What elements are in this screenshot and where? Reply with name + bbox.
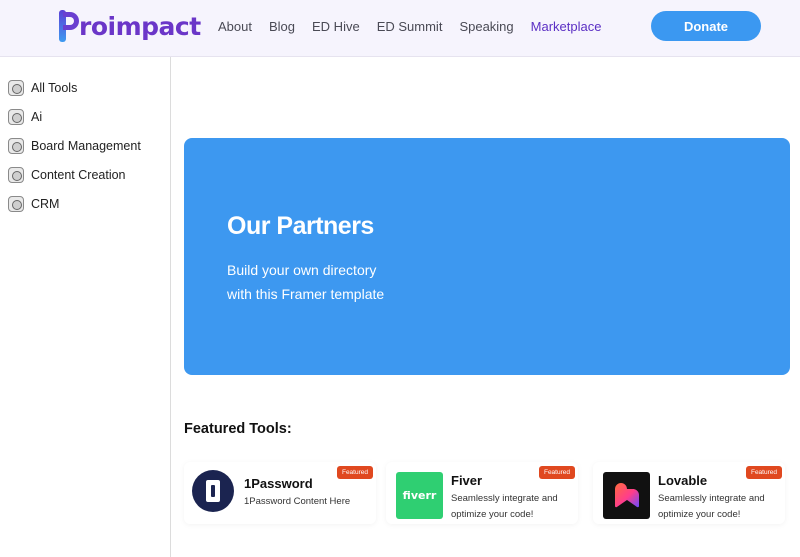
tool-card-1password[interactable]: 1Password 1Password Content Here Feature… [184, 462, 376, 524]
sidebar-item-label: Content Creation [31, 167, 126, 182]
featured-badge: Featured [336, 466, 373, 479]
sidebar-item-content-creation[interactable]: Content Creation [0, 160, 170, 189]
tool-card-fiver[interactable]: fiverr Fiver Seamlessly integrate and op… [386, 462, 578, 524]
tool-card-description: Seamlessly integrate and optimize your c… [658, 493, 765, 520]
category-icon [8, 79, 24, 96]
1password-logo-icon [192, 470, 234, 512]
sidebar-item-label: Ai [31, 109, 43, 124]
category-icon [8, 166, 24, 183]
nav-ed-summit[interactable]: ED Summit [377, 19, 443, 34]
proimpact-logo[interactable]: roimpact [58, 9, 201, 43]
tool-card-name: Lovable [658, 473, 708, 488]
sidebar-item-label: CRM [31, 196, 60, 211]
logo-text: roimpact [79, 11, 201, 41]
hero-title: Our Partners [227, 212, 374, 240]
sidebar-item-label: All Tools [31, 80, 78, 95]
heart-icon [615, 483, 639, 508]
sidebar-item-crm[interactable]: CRM [0, 189, 170, 218]
partners-hero-banner: Our Partners Build your own directory wi… [184, 138, 790, 375]
featured-badge: Featured [745, 466, 782, 479]
category-icon [8, 137, 24, 154]
hero-subtitle-line-2: with this Framer template [227, 286, 385, 302]
site-header: roimpact About Blog ED Hive ED Summit Sp… [0, 0, 800, 57]
sidebar-item-label: Board Management [31, 138, 141, 153]
nav-about[interactable]: About [218, 19, 252, 34]
featured-badge: Featured [538, 466, 575, 479]
fiverr-logo-text: fiverr [402, 489, 437, 502]
fiverr-logo-icon: fiverr [396, 472, 443, 519]
featured-tools-heading: Featured Tools: [184, 421, 292, 437]
sidebar-item-ai[interactable]: Ai [0, 102, 170, 131]
sidebar-item-all-tools[interactable]: All Tools [0, 73, 170, 102]
nav-speaking[interactable]: Speaking [459, 19, 513, 34]
main-nav: About Blog ED Hive ED Summit Speaking Ma… [218, 17, 618, 35]
category-icon [8, 108, 24, 125]
donate-button[interactable]: Donate [651, 11, 761, 41]
tool-card-lovable[interactable]: Lovable Seamlessly integrate and optimiz… [593, 462, 785, 524]
tool-card-description: Seamlessly integrate and optimize your c… [451, 493, 558, 520]
nav-blog[interactable]: Blog [269, 19, 295, 34]
category-sidebar: All Tools Ai Board Management Content Cr… [0, 57, 171, 557]
category-icon [8, 195, 24, 212]
tool-card-name: Fiver [451, 473, 483, 488]
logo-mark-icon [58, 10, 80, 42]
tool-card-name: 1Password [244, 476, 313, 491]
hero-subtitle-line-1: Build your own directory [227, 262, 377, 278]
nav-ed-hive[interactable]: ED Hive [312, 19, 360, 34]
tool-card-description: 1Password Content Here [244, 496, 351, 507]
lovable-logo-icon [603, 472, 650, 519]
hero-subtitle: Build your own directory with this Frame… [227, 258, 487, 306]
nav-marketplace[interactable]: Marketplace [531, 19, 602, 34]
sidebar-item-board-management[interactable]: Board Management [0, 131, 170, 160]
